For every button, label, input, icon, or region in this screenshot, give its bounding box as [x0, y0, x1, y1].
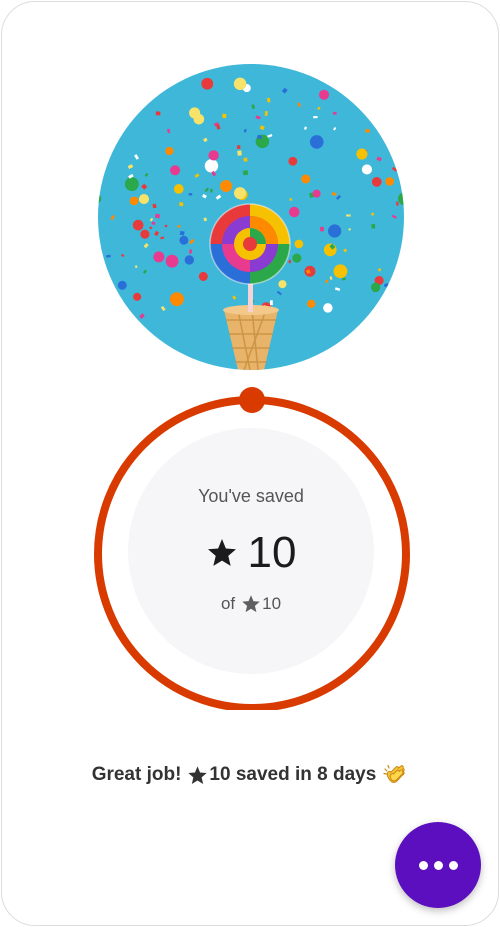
more-options-button[interactable]	[395, 822, 481, 908]
saved-label: You've saved	[198, 486, 304, 506]
saved-amount: 10	[128, 528, 374, 578]
app-screen: You've saved 10 of 10 Great job! 10 save…	[1, 1, 499, 926]
message-text-part1: Great job!	[91, 764, 182, 785]
message-text-part2: 10 saved in 8 days	[209, 764, 377, 785]
star-icon	[207, 539, 236, 566]
progress-handle	[239, 387, 265, 413]
goal-line: of 10	[128, 594, 374, 614]
saved-value: 10	[247, 528, 297, 577]
lollipop-confetti-image	[98, 64, 404, 370]
clapping-hands-icon	[383, 764, 406, 783]
savings-summary: You've saved 10 of 10	[128, 428, 374, 674]
star-icon	[188, 765, 208, 784]
goal-amount: 10	[241, 594, 281, 614]
goal-value: 10	[262, 594, 282, 613]
congrats-message: Great job! 10 saved in 8 days	[2, 762, 498, 788]
more-dots-icon	[418, 860, 458, 870]
goal-prefix: of	[220, 594, 236, 613]
star-icon	[242, 595, 260, 613]
